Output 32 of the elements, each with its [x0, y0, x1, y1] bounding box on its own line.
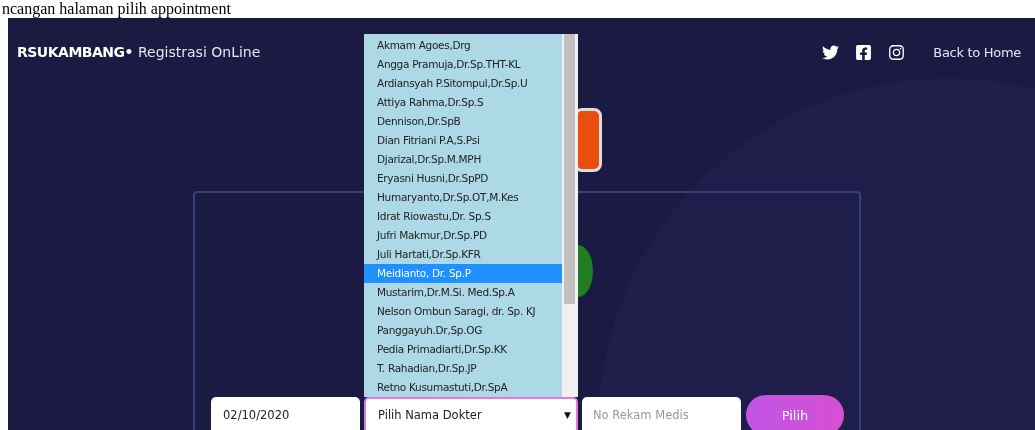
doctor-option[interactable]: Idrat Riowastu,Dr. Sp.S	[364, 206, 562, 226]
record-number-field[interactable]: No Rekam Medis	[582, 396, 741, 430]
site-subtitle: Registrasi OnLine	[138, 44, 261, 60]
caret-icon: ▼	[564, 410, 571, 420]
instagram-icon[interactable]	[888, 43, 906, 61]
doctor-option[interactable]: Djarizal,Dr.Sp.M.MPH	[364, 149, 562, 169]
doctor-option[interactable]: Panggayuh.Dr,Sp.OG	[364, 320, 562, 340]
doctor-option[interactable]: Akmam Agoes,Drg	[364, 35, 562, 55]
doctor-option[interactable]: Dian Fitriani P.A,S.Psi	[364, 130, 562, 150]
brand-name: RSUKAMBANG•	[17, 44, 133, 60]
select-placeholder: Pilih Nama Dokter	[378, 408, 482, 422]
doctor-option[interactable]: Eryasni Husni,Dr.SpPD	[364, 168, 562, 188]
pilih-button[interactable]: Pilih	[746, 395, 844, 430]
scrollbar[interactable]	[562, 33, 578, 397]
facebook-icon[interactable]	[855, 43, 873, 61]
doctor-option[interactable]: Dennison,Dr.SpB	[364, 111, 562, 131]
doctor-option[interactable]: Mustarim,Dr.M.Si. Med.Sp.A	[364, 282, 562, 302]
twitter-icon[interactable]	[822, 43, 840, 61]
doctor-option[interactable]: Ardiansyah P.Sitompul,Dr.Sp.U	[364, 73, 562, 93]
page-caption: ncangan halaman pilih appointment	[1, 0, 231, 18]
back-to-home-link[interactable]: Back to Home	[933, 44, 1021, 60]
doctor-option[interactable]: Pedia Primadiarti,Dr.Sp.KK	[364, 339, 562, 359]
doctor-select[interactable]: Pilih Nama Dokter ▼	[364, 396, 578, 430]
doctor-option[interactable]: Angga Pramuja,Dr.Sp.THT-KL	[364, 54, 562, 74]
date-field[interactable]: 02/10/2020	[211, 396, 360, 430]
doctor-option[interactable]: T. Rahadian,Dr.Sp.JP	[364, 358, 562, 378]
doctor-option[interactable]: Juli Hartati,Dr.Sp.KFR	[364, 244, 562, 264]
doctor-option[interactable]: Retno Kusumastuti,Dr.SpA	[364, 377, 562, 397]
doctor-option[interactable]: Nelson Ombun Saragi, dr. Sp. KJ	[364, 301, 562, 321]
doctor-option[interactable]: Humaryanto,Dr.Sp.OT,M.Kes	[364, 187, 562, 207]
doctor-option[interactable]: Attiya Rahma,Dr.Sp.S	[364, 92, 562, 112]
doctor-option[interactable]: Jufri Makmur,Dr.Sp.PD	[364, 225, 562, 245]
